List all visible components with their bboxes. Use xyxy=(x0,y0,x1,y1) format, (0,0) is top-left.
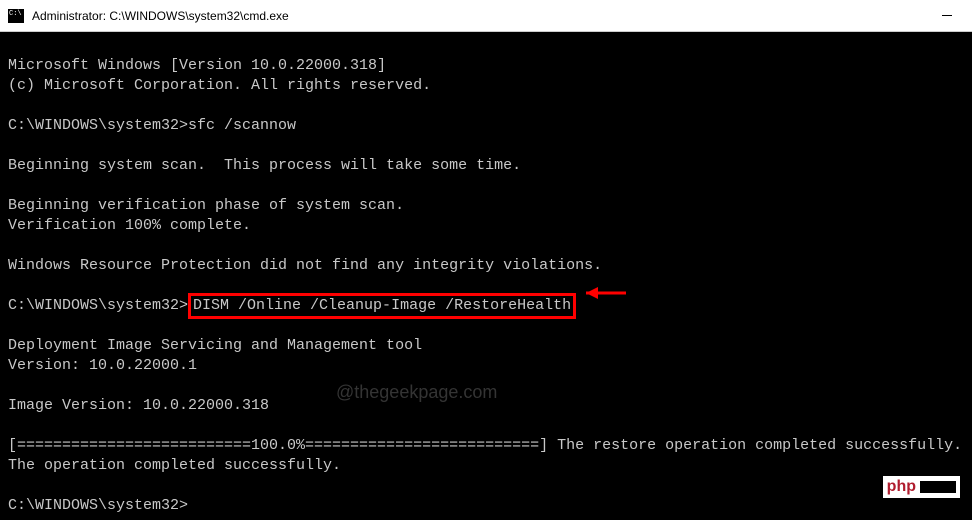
badge-label: php xyxy=(887,478,916,496)
badge-block-icon xyxy=(920,481,956,493)
prompt-path: C:\WINDOWS\system32> xyxy=(8,297,188,314)
image-version-line: Image Version: 10.0.22000.318 xyxy=(8,397,269,414)
operation-complete-line: The operation completed successfully. xyxy=(8,457,341,474)
dism-version-line: Version: 10.0.22000.1 xyxy=(8,357,197,374)
php-badge: php xyxy=(883,476,960,498)
sfc-command: sfc /scannow xyxy=(188,117,296,134)
prompt-path: C:\WINDOWS\system32> xyxy=(8,497,188,514)
prompt-path: C:\WINDOWS\system32> xyxy=(8,117,188,134)
version-line: Microsoft Windows [Version 10.0.22000.31… xyxy=(8,57,386,74)
callout-arrow-icon xyxy=(586,284,636,302)
copyright-line: (c) Microsoft Corporation. All rights re… xyxy=(8,77,431,94)
verification-begin-line: Beginning verification phase of system s… xyxy=(8,197,404,214)
verification-complete-line: Verification 100% complete. xyxy=(8,217,251,234)
scan-begin-line: Beginning system scan. This process will… xyxy=(8,157,521,174)
minimize-button[interactable] xyxy=(942,15,952,16)
progress-line: [==========================100.0%=======… xyxy=(8,437,962,454)
dism-command-highlighted: DISM /Online /Cleanup-Image /RestoreHeal… xyxy=(188,293,576,319)
cmd-icon xyxy=(8,9,24,23)
terminal-output[interactable]: Microsoft Windows [Version 10.0.22000.31… xyxy=(0,32,972,520)
titlebar: Administrator: C:\WINDOWS\system32\cmd.e… xyxy=(0,0,972,32)
window-title: Administrator: C:\WINDOWS\system32\cmd.e… xyxy=(32,9,942,23)
watermark-text: @thegeekpage.com xyxy=(336,382,497,403)
window-controls xyxy=(942,15,964,16)
integrity-result-line: Windows Resource Protection did not find… xyxy=(8,257,602,274)
dism-tool-line: Deployment Image Servicing and Managemen… xyxy=(8,337,422,354)
